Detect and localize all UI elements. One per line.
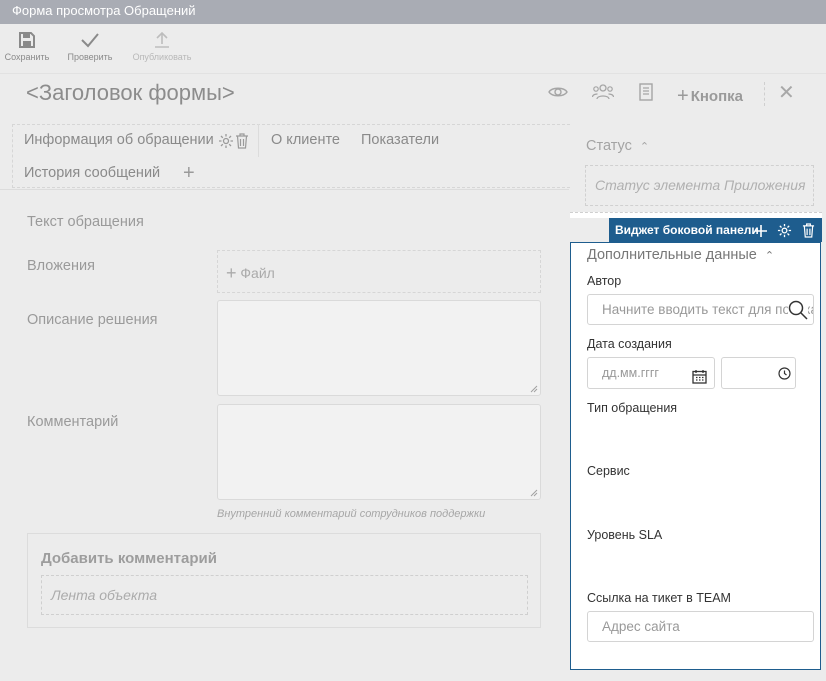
gear-icon[interactable] [218, 133, 234, 154]
status-label-text: Статус [586, 138, 632, 154]
attachments-label: Вложения [27, 258, 95, 274]
plus-icon: + [226, 263, 237, 283]
solution-label: Описание решения [27, 312, 158, 328]
checkmark-icon [63, 24, 117, 52]
eye-icon[interactable] [548, 84, 568, 105]
type-label: Тип обращения [587, 401, 678, 415]
save-icon [2, 24, 52, 52]
add-button-label: Кнопка [690, 88, 743, 105]
status-placeholder[interactable]: Статус элемента Приложения [585, 165, 814, 206]
resize-handle-icon[interactable] [530, 489, 538, 497]
comment-hint: Внутренний комментарий сотрудников подде… [217, 508, 486, 520]
plus-icon: + [677, 85, 689, 107]
text-label: Текст обращения [27, 214, 144, 230]
site-input[interactable]: Адрес сайта [587, 611, 814, 642]
tab-metrics[interactable]: Показатели [361, 132, 439, 148]
add-comment-title: Добавить комментарий [41, 550, 217, 567]
author-placeholder: Начните вводить текст для поиска [602, 302, 814, 317]
clock-icon[interactable] [778, 367, 791, 383]
chevron-up-icon: ⌃ [764, 250, 775, 262]
tab-client[interactable]: О клиенте [271, 132, 340, 148]
upload-icon [128, 24, 196, 52]
author-label: Автор [587, 274, 622, 288]
trash-icon[interactable] [235, 133, 249, 154]
team-link-label: Ссылка на тикет в TEAM [587, 591, 731, 605]
save-label: Сохранить [4, 52, 50, 62]
time-input[interactable] [721, 357, 796, 389]
tab-history[interactable]: История сообщений [24, 165, 160, 181]
check-button[interactable]: Проверить [63, 24, 117, 74]
solution-textarea[interactable] [217, 300, 541, 396]
widget-title-text: Дополнительные данные [587, 247, 757, 263]
date-input[interactable]: дд.мм.гггг [587, 357, 715, 389]
resize-handle-icon[interactable] [530, 385, 538, 393]
object-feed[interactable]: Лента объекта [41, 575, 528, 615]
header-divider [764, 82, 765, 106]
tabs-divider [0, 189, 569, 190]
calendar-icon[interactable] [692, 365, 707, 388]
add-comment-section: Добавить комментарий Лента объекта [27, 533, 541, 628]
status-label[interactable]: Статус ⌃ [586, 138, 649, 154]
add-button[interactable]: + Кнопка [677, 84, 743, 107]
file-upload-button[interactable]: + Файл [217, 250, 541, 293]
widget-tab-label: Виджет боковой панели [615, 223, 759, 237]
publish-label: Опубликовать [132, 52, 192, 62]
service-label: Сервис [587, 464, 630, 478]
sla-label: Уровень SLA [587, 528, 663, 542]
save-button[interactable]: Сохранить [2, 24, 52, 74]
comment-label: Комментарий [27, 414, 119, 430]
toolbar: Сохранить Проверить Опубликовать [0, 24, 826, 74]
check-label: Проверить [67, 52, 113, 62]
widget-title[interactable]: Дополнительные данные ⌃ [587, 247, 774, 263]
file-button-label: Файл [240, 265, 275, 281]
widget-tab[interactable]: Виджет боковой панели [609, 218, 822, 242]
search-icon[interactable] [788, 300, 808, 324]
side-panel-footer [570, 670, 826, 681]
side-widget: Дополнительные данные ⌃ Автор Начните вв… [570, 242, 821, 670]
publish-button[interactable]: Опубликовать [128, 24, 196, 74]
close-icon[interactable]: ✕ [778, 80, 795, 105]
date-placeholder: дд.мм.гггг [602, 366, 659, 380]
site-placeholder: Адрес сайта [602, 619, 680, 634]
form-title[interactable]: <Заголовок формы> [26, 80, 235, 106]
chevron-up-icon: ⌃ [639, 141, 650, 153]
users-icon[interactable] [591, 83, 615, 106]
tab-info[interactable]: Информация об обращении [24, 132, 214, 148]
created-label: Дата создания [587, 337, 672, 351]
window-title: Форма просмотра Обращений [0, 0, 826, 24]
add-tab-icon[interactable]: + [183, 162, 195, 185]
comment-textarea[interactable] [217, 404, 541, 500]
author-input[interactable]: Начните вводить текст для поиска [587, 294, 814, 325]
document-icon[interactable] [638, 83, 654, 106]
